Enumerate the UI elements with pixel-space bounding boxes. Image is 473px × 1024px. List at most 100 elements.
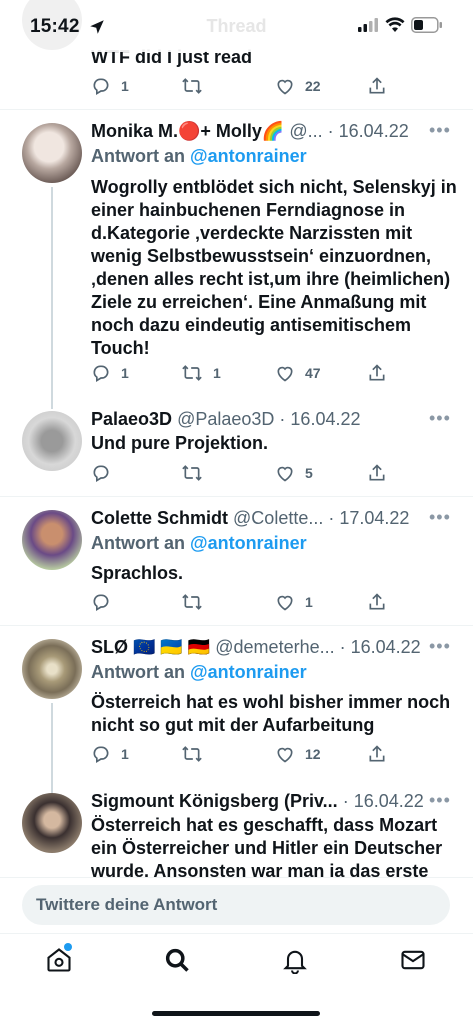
tab-search[interactable] bbox=[163, 946, 191, 974]
author-name[interactable]: Colette Schmidt bbox=[91, 508, 228, 528]
reply-icon bbox=[93, 594, 109, 611]
retweet-icon bbox=[182, 594, 202, 610]
status-bar: Thread 15:42 bbox=[0, 0, 473, 52]
like-button[interactable]: 22 bbox=[275, 76, 321, 96]
reply-button[interactable] bbox=[91, 463, 111, 483]
reply-button[interactable]: 1 bbox=[91, 744, 129, 764]
tweet-header: Monika M.🔴+ Molly🌈 @... · 16.04.22 bbox=[91, 119, 433, 143]
like-button[interactable]: 12 bbox=[275, 744, 321, 764]
notifications-icon bbox=[283, 950, 307, 975]
reply-input[interactable]: Twittere deine Antwort bbox=[22, 885, 450, 925]
retweet-button[interactable] bbox=[181, 463, 203, 483]
tweet[interactable]: Palaeo3D @Palaeo3D · 16.04.22 ••• Und pu… bbox=[0, 407, 473, 497]
retweet-icon bbox=[182, 465, 202, 481]
author-name[interactable]: Monika M.🔴+ Molly🌈 bbox=[91, 121, 284, 141]
avatar[interactable] bbox=[22, 793, 82, 853]
reply-prefix: Antwort an bbox=[91, 533, 185, 553]
heart-icon bbox=[277, 747, 293, 763]
like-count: 22 bbox=[305, 78, 321, 94]
share-button[interactable] bbox=[367, 363, 387, 383]
reply-button[interactable]: 1 bbox=[91, 363, 129, 383]
clock: 15:42 bbox=[30, 16, 80, 37]
tweet-text: Österreich hat es geschafft, dass Mozart… bbox=[91, 815, 443, 877]
heart-icon bbox=[277, 595, 293, 611]
notification-dot bbox=[64, 943, 72, 951]
retweet-icon bbox=[182, 78, 202, 94]
reply-count: 1 bbox=[121, 78, 129, 94]
author-handle[interactable]: @demeterhe... bbox=[215, 637, 334, 657]
tweet-actions: 1 22 bbox=[91, 76, 391, 100]
share-button[interactable] bbox=[367, 744, 387, 764]
tweet-header: SLØ 🇪🇺 🇺🇦 🇩🇪 @demeterhe... · 16.04.22 bbox=[91, 635, 433, 659]
tweet-date[interactable]: · 16.04.22 bbox=[343, 791, 424, 811]
like-button[interactable]: 5 bbox=[275, 463, 313, 483]
share-icon bbox=[369, 745, 385, 762]
reply-context: Antwort an @antonrainer bbox=[91, 531, 307, 555]
heart-icon bbox=[277, 466, 293, 482]
author-handle[interactable]: @... bbox=[289, 121, 322, 141]
reply-mention[interactable]: @antonrainer bbox=[190, 146, 307, 166]
tweet-text: Österreich hat es wohl bisher immer noch… bbox=[91, 692, 451, 735]
more-icon[interactable]: ••• bbox=[429, 508, 450, 526]
like-count: 12 bbox=[305, 746, 321, 762]
tweet-text: Und pure Projektion. bbox=[91, 433, 269, 453]
heart-icon bbox=[277, 79, 293, 95]
share-icon bbox=[369, 464, 385, 481]
reply-mention[interactable]: @antonrainer bbox=[190, 533, 307, 553]
tweet-actions: 1 1 47 bbox=[91, 363, 391, 387]
reply-button[interactable] bbox=[91, 592, 111, 612]
reply-compose-bar: Twittere deine Antwort bbox=[0, 877, 473, 933]
author-name[interactable]: Sigmount Königsberg (Priv... bbox=[91, 791, 338, 811]
battery-icon bbox=[411, 17, 442, 33]
reply-count: 1 bbox=[121, 365, 129, 381]
share-icon bbox=[369, 364, 385, 381]
tweet-date[interactable]: · 17.04.22 bbox=[328, 508, 409, 528]
retweet-button[interactable] bbox=[181, 744, 203, 764]
tweet[interactable]: Monika M.🔴+ Molly🌈 @... · 16.04.22 ••• A… bbox=[0, 111, 473, 409]
tab-notifications[interactable] bbox=[281, 946, 309, 975]
tweet[interactable]: Sigmount Königsberg (Priv... · 16.04.22 … bbox=[0, 789, 473, 877]
author-handle[interactable]: @Palaeo3D bbox=[177, 409, 274, 429]
share-icon bbox=[369, 593, 385, 610]
tweet-date[interactable]: · 16.04.22 bbox=[328, 121, 409, 141]
tweet[interactable]: Colette Schmidt @Colette... · 17.04.22 •… bbox=[0, 498, 473, 626]
author-name[interactable]: Palaeo3D bbox=[91, 409, 172, 429]
avatar[interactable] bbox=[22, 510, 82, 570]
tab-messages[interactable] bbox=[399, 946, 427, 974]
share-button[interactable] bbox=[367, 76, 387, 96]
more-icon[interactable]: ••• bbox=[429, 121, 450, 139]
reply-mention[interactable]: @antonrainer bbox=[190, 662, 307, 682]
like-button[interactable]: 47 bbox=[275, 363, 321, 383]
reply-icon bbox=[93, 746, 109, 763]
more-icon[interactable]: ••• bbox=[429, 637, 450, 655]
author-handle[interactable]: @Colette... bbox=[233, 508, 323, 528]
tab-home[interactable] bbox=[45, 943, 73, 974]
tweet-date[interactable]: · 16.04.22 bbox=[279, 409, 360, 429]
reply-context: Antwort an @antonrainer bbox=[91, 660, 307, 684]
avatar[interactable] bbox=[22, 639, 82, 699]
avatar[interactable] bbox=[22, 123, 82, 183]
more-icon[interactable]: ••• bbox=[429, 409, 450, 427]
retweet-icon bbox=[182, 746, 202, 762]
share-button[interactable] bbox=[367, 463, 387, 483]
tweet-date[interactable]: · 16.04.22 bbox=[340, 637, 421, 657]
retweet-button[interactable] bbox=[181, 76, 203, 96]
retweet-button[interactable] bbox=[181, 592, 203, 612]
tweet-header: Palaeo3D @Palaeo3D · 16.04.22 bbox=[91, 407, 433, 431]
share-button[interactable] bbox=[367, 592, 387, 612]
avatar[interactable] bbox=[22, 411, 82, 471]
reply-prefix: Antwort an bbox=[91, 146, 185, 166]
thread-line bbox=[51, 703, 53, 793]
heart-icon bbox=[277, 366, 293, 382]
tweet[interactable]: SLØ 🇪🇺 🇺🇦 🇩🇪 @demeterhe... · 16.04.22 ••… bbox=[0, 627, 473, 793]
like-button[interactable]: 1 bbox=[275, 592, 313, 612]
reply-button[interactable]: 1 bbox=[91, 76, 129, 96]
retweet-button[interactable]: 1 bbox=[181, 363, 221, 383]
more-icon[interactable]: ••• bbox=[429, 791, 450, 809]
tweet-actions: 5 bbox=[91, 463, 391, 487]
tweet-actions: 1 12 bbox=[91, 744, 391, 768]
location-arrow-icon bbox=[90, 20, 104, 34]
retweet-icon bbox=[182, 365, 202, 381]
author-name[interactable]: SLØ 🇪🇺 🇺🇦 🇩🇪 bbox=[91, 637, 210, 657]
reply-count: 1 bbox=[121, 746, 129, 762]
